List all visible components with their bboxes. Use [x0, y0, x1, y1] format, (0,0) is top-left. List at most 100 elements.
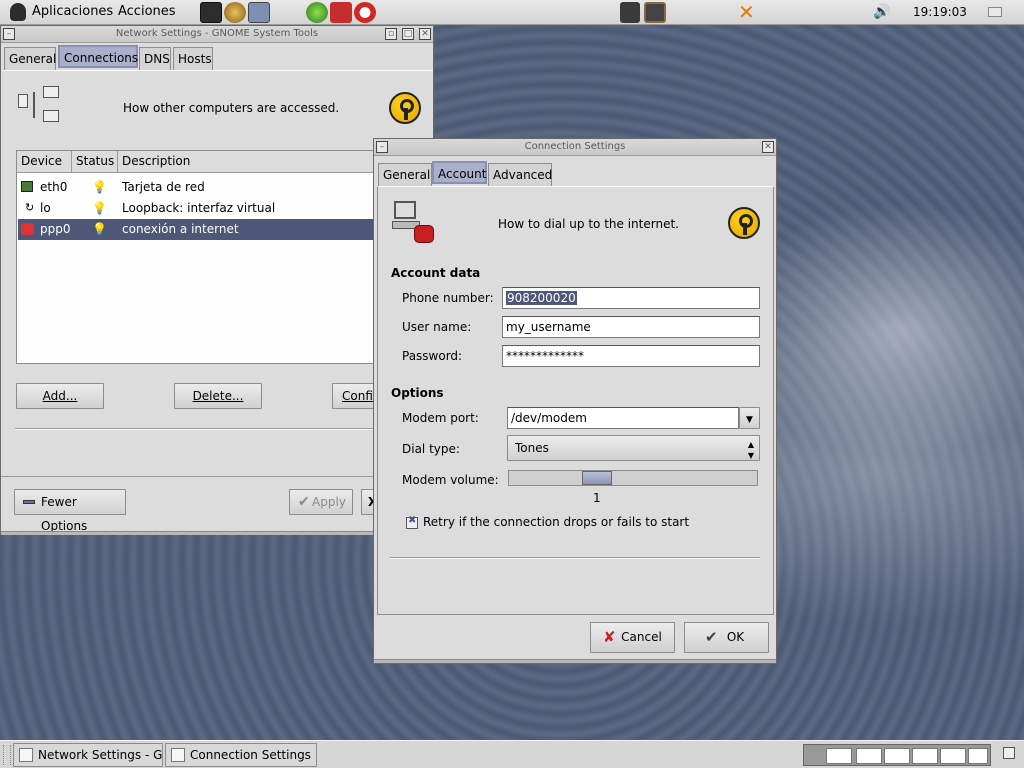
task-connection-settings[interactable]: Connection Settings: [165, 743, 317, 767]
media-player-icon[interactable]: [620, 2, 640, 23]
workspace-3[interactable]: [884, 748, 910, 764]
menu-acciones[interactable]: Acciones: [118, 4, 176, 19]
key-icon[interactable]: [389, 92, 421, 124]
table-row[interactable]: ppp0 💡 conexión a internet: [18, 219, 434, 240]
ok-label: OK: [726, 630, 745, 644]
device-description: Tarjeta de red: [122, 180, 205, 194]
configure-button-label: Confi: [342, 389, 373, 403]
cancel-button[interactable]: ✘ Cancel: [590, 622, 675, 653]
help-lifebuoy-icon[interactable]: [354, 2, 376, 23]
terminal-icon[interactable]: [200, 2, 222, 23]
workspace-1[interactable]: [826, 748, 852, 764]
modem-volume-value: 1: [593, 491, 601, 505]
close-button[interactable]: ✕: [419, 28, 431, 40]
task-network-settings[interactable]: Network Settings - GNOME System Tools: [13, 743, 163, 767]
modem-port-dropdown-button[interactable]: ▼: [739, 407, 760, 429]
network-computers-icon: [18, 86, 60, 126]
gnome-foot-icon[interactable]: [10, 3, 26, 21]
status-bulb-icon: 💡: [92, 201, 107, 215]
tab-dns[interactable]: DNS: [139, 47, 171, 70]
retry-label[interactable]: Retry if the connection drops or fails t…: [423, 515, 689, 529]
dial-type-select[interactable]: Tones ▲ ▼: [507, 435, 760, 461]
account-pane: [377, 186, 774, 615]
column-header-device[interactable]: Device: [17, 151, 72, 173]
tab-advanced[interactable]: Advanced: [488, 163, 552, 186]
volume-icon[interactable]: 🔊: [873, 4, 890, 20]
globe-icon[interactable]: [306, 2, 328, 23]
user-name-field[interactable]: my_username: [502, 316, 760, 338]
notes-icon[interactable]: [248, 2, 270, 23]
resize-grip[interactable]: [1, 531, 435, 535]
tab-account[interactable]: Account: [432, 161, 487, 184]
phone-number-field[interactable]: 908200020: [502, 287, 760, 309]
dialog-window-menu-button[interactable]: –: [376, 141, 388, 153]
modem-volume-label: Modem volume:: [402, 473, 499, 487]
menu-aplicaciones[interactable]: Aplicaciones: [32, 4, 113, 19]
separator: [15, 428, 435, 430]
dialog-resize-grip[interactable]: [374, 659, 776, 663]
mail-icon[interactable]: [330, 2, 352, 23]
dialup-computer-icon: [390, 201, 438, 247]
fewer-options-label: Fewer Options: [41, 495, 88, 533]
ok-check-icon: ✔: [705, 628, 718, 646]
key-icon[interactable]: [728, 207, 760, 239]
device-name: eth0: [40, 180, 68, 194]
device-name: lo: [40, 201, 51, 215]
workspace-6[interactable]: [968, 748, 988, 764]
modem-port-combo[interactable]: /dev/modem: [507, 407, 739, 429]
tab-general[interactable]: General: [4, 47, 56, 70]
add-button-label: Add...: [42, 389, 78, 403]
chevron-down-icon: ▼: [746, 415, 753, 425]
minimize-button[interactable]: ▫: [385, 28, 397, 40]
maximize-button[interactable]: □: [402, 28, 414, 40]
slider-thumb[interactable]: [582, 471, 612, 485]
status-bulb-icon: 💡: [92, 222, 107, 236]
window-menu-button[interactable]: –: [3, 28, 15, 40]
options-heading: Options: [391, 386, 444, 400]
apply-label: Apply: [312, 495, 346, 509]
network-window-titlebar[interactable]: Network Settings - GNOME System Tools – …: [1, 26, 433, 43]
modem-port-label: Modem port:: [402, 411, 479, 425]
dial-type-value: Tones: [515, 441, 549, 455]
table-row[interactable]: eth0 💡 Tarjeta de red: [18, 177, 434, 198]
delete-button[interactable]: Delete...: [174, 383, 262, 409]
bottom-panel: Network Settings - GNOME System Tools Co…: [0, 740, 1024, 768]
ok-button[interactable]: ✔ OK: [684, 622, 769, 653]
panel-handle[interactable]: [3, 745, 11, 765]
retry-checkbox[interactable]: ✖: [406, 515, 418, 529]
show-desktop-icon[interactable]: [1003, 747, 1015, 759]
delete-button-label: Delete...: [192, 389, 244, 403]
phone-number-value: 908200020: [506, 291, 577, 305]
tab-general[interactable]: General: [378, 163, 432, 186]
browser-compass-icon[interactable]: [224, 2, 246, 23]
device-name: ppp0: [40, 222, 71, 236]
x-tool-icon[interactable]: ✕: [738, 2, 755, 22]
device-description: Loopback: interfaz virtual: [122, 201, 276, 215]
dialog-close-button[interactable]: ✕: [762, 141, 774, 153]
column-header-status[interactable]: Status: [72, 151, 118, 173]
add-button[interactable]: Add...: [16, 383, 104, 409]
fewer-options-button[interactable]: Fewer Options: [14, 489, 126, 533]
connection-settings-dialog: Connection Settings – ✕ General Account …: [373, 138, 777, 664]
table-row[interactable]: ↻ lo 💡 Loopback: interfaz virtual: [18, 198, 434, 219]
dial-type-label: Dial type:: [402, 442, 460, 456]
separator: [390, 557, 760, 559]
updown-arrows-icon: ▲ ▼: [747, 440, 754, 460]
workspace-2[interactable]: [856, 748, 882, 764]
keyboard-layout-icon[interactable]: [988, 7, 1002, 17]
network-settings-window: Network Settings - GNOME System Tools – …: [0, 25, 436, 535]
workspace-5[interactable]: [940, 748, 966, 764]
password-field[interactable]: *************: [502, 345, 760, 367]
workspace-switcher[interactable]: [803, 744, 991, 766]
dialog-title: Connection Settings: [524, 141, 626, 152]
modem-volume-slider[interactable]: [508, 470, 758, 486]
modem-phone-icon: [21, 223, 34, 235]
dialog-titlebar[interactable]: Connection Settings – ✕: [374, 139, 776, 156]
tab-hosts[interactable]: Hosts: [173, 47, 213, 70]
user-name-label: User name:: [402, 320, 472, 334]
task-label: Connection Settings: [190, 748, 311, 762]
workspace-4[interactable]: [912, 748, 938, 764]
tab-connections[interactable]: Connections: [58, 45, 138, 68]
clock[interactable]: 19:19:03: [913, 5, 967, 19]
door-icon[interactable]: [644, 2, 666, 23]
